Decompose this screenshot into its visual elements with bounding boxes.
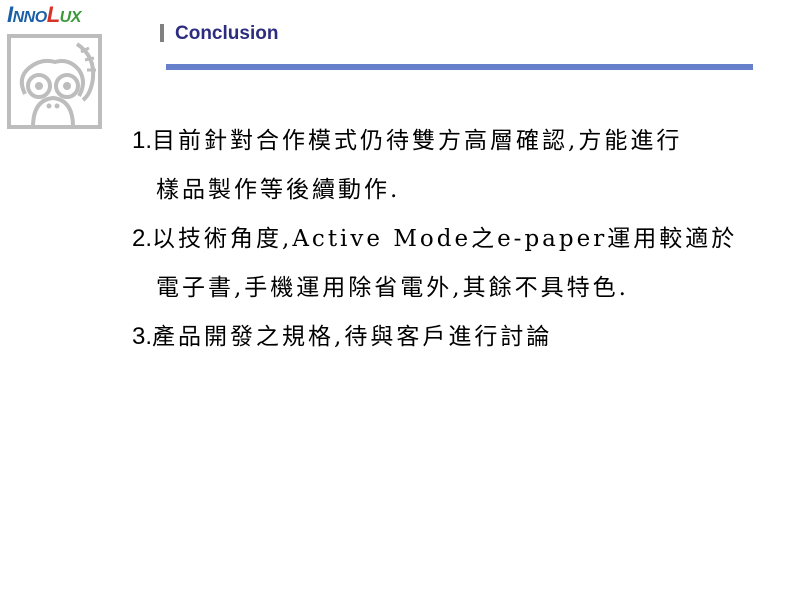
logo-letter-l: L <box>46 2 60 27</box>
logo-letters-nno: NNO <box>12 9 48 26</box>
title-divider <box>166 64 753 70</box>
item-text: 電子書,手機運用除省電外,其餘不具特色. <box>156 275 629 301</box>
page-title: Conclusion <box>175 23 279 44</box>
list-item: 1.目前針對合作模式仍待雙方高層確認,方能進行 樣品製作等後續動作. <box>132 116 752 214</box>
monkey-icon <box>7 34 102 129</box>
item-text: 樣品製作等後續動作. <box>156 177 401 203</box>
list-item: 3.產品開發之規格,待與客戶進行討論 <box>132 312 752 361</box>
title-marker <box>160 24 164 42</box>
item-text: 目前針對合作模式仍待雙方高層確認,方能進行 <box>152 128 683 154</box>
item-number: 1. <box>132 127 153 154</box>
conclusion-list: 1.目前針對合作模式仍待雙方高層確認,方能進行 樣品製作等後續動作. 2.以技術… <box>132 116 752 361</box>
innolux-logo: INNOLUX <box>7 4 81 29</box>
item-text: 產品開發之規格,待與客戶進行討論 <box>152 324 553 350</box>
item-number: 3. <box>132 323 153 350</box>
list-item: 2.以技術角度,Active Mode之e-paper運用較適於 電子書,手機運… <box>132 214 752 312</box>
item-number: 2. <box>132 225 153 252</box>
item-text: 以技術角度,Active Mode之e-paper運用較適於 <box>152 226 738 252</box>
logo-letters-ux: UX <box>59 9 82 26</box>
